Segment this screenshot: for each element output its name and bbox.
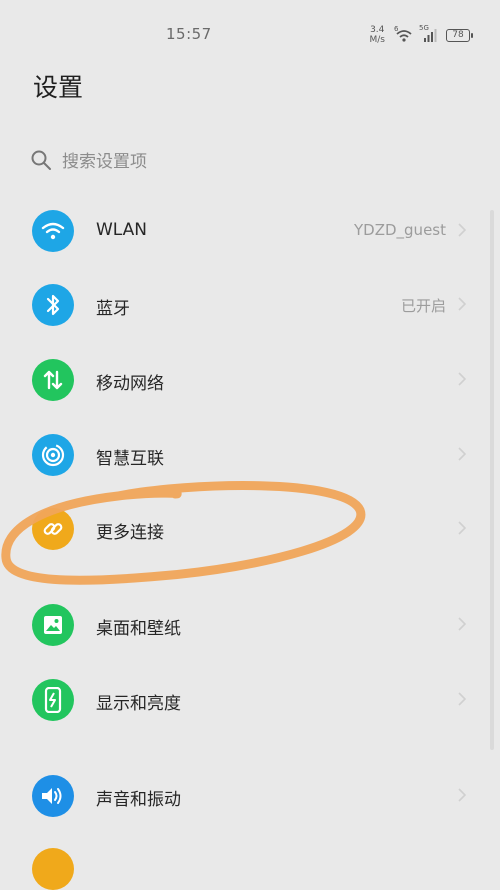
search-input[interactable] [62,152,322,172]
wallpaper-icon [32,604,74,646]
mobile-data-icon [32,359,74,401]
settings-item-label: 移动网络 [96,374,164,394]
settings-item-label: 更多连接 [96,523,164,543]
chevron-right-icon [458,520,467,539]
settings-item-label: WLAN [96,220,148,240]
display-brightness-icon [32,679,74,721]
bluetooth-icon [32,284,74,326]
settings-item-label: 桌面和壁纸 [96,619,181,639]
network-speed: 3.4 M/s [370,25,386,45]
chevron-right-icon [458,296,467,315]
chevron-right-icon [458,446,467,465]
settings-item-value: YDZD_guest [354,221,446,239]
chevron-right-icon [458,371,467,390]
battery-indicator: 78 [446,28,473,42]
status-bar: 15:57 3.4 M/s 6 5G 78 [0,0,500,66]
wifi-icon [32,210,74,252]
page-title: 设置 [33,73,84,102]
settings-item-label: 显示和亮度 [96,694,181,714]
smart-connect-icon [32,434,74,476]
settings-item-sound-vibration[interactable]: 声音和振动 [0,761,500,831]
settings-item-label: 智慧互联 [96,449,164,469]
settings-item-partial-icon [32,848,74,890]
wifi-status-icon: 6 [394,25,414,43]
chevron-right-icon [458,222,467,241]
status-indicators: 3.4 M/s 6 5G 78 [370,22,473,48]
chevron-right-icon [458,691,467,710]
network-speed-unit: M/s [369,35,386,45]
network-speed-value: 3.4 [370,25,385,35]
settings-item-display-brightness[interactable]: 显示和亮度 [0,665,500,735]
sound-icon [32,775,74,817]
chevron-right-icon [458,616,467,635]
settings-item-more-connections[interactable]: 更多连接 [0,494,500,564]
settings-item-label: 蓝牙 [96,299,130,319]
search-icon [30,149,62,175]
settings-item-label: 声音和振动 [96,790,181,810]
settings-item-value: 已开启 [400,297,446,315]
status-time: 15:57 [166,25,212,43]
chevron-right-icon [458,787,467,806]
settings-item-smart-connect[interactable]: 智慧互联 [0,420,500,490]
settings-item-bluetooth[interactable]: 蓝牙 已开启 [0,270,500,340]
settings-item-desktop-wallpaper[interactable]: 桌面和壁纸 [0,590,500,660]
cellular-status-icon: 5G [419,24,437,43]
search-bar[interactable] [30,146,322,178]
wifi-badge: 6 [394,25,399,33]
link-icon [32,508,74,550]
settings-item-wlan[interactable]: WLAN YDZD_guest [0,196,500,266]
settings-item-mobile-network[interactable]: 移动网络 [0,345,500,415]
cellular-badge: 5G [419,24,429,32]
